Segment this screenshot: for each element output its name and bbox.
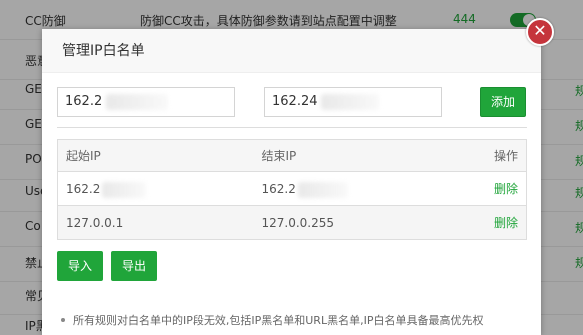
table-header-row: 起始IP 结束IP 操作 xyxy=(57,139,527,172)
divider xyxy=(57,127,527,128)
export-button[interactable]: 导出 xyxy=(111,251,157,281)
end-ip-value: 162.24 xyxy=(272,94,318,109)
redaction-blur xyxy=(106,94,168,110)
redaction-blur xyxy=(102,181,146,198)
redaction-blur xyxy=(297,181,348,198)
start-ip-input[interactable]: 162.2 xyxy=(57,87,235,117)
table-row: 127.0.0.1 127.0.0.255 删除 xyxy=(57,205,527,240)
start-ip-text: 162.2 xyxy=(66,181,146,198)
add-button[interactable]: 添加 xyxy=(480,87,526,117)
redaction-blur xyxy=(321,94,379,110)
end-ip-value: 162.2 xyxy=(261,181,296,196)
dialog-title: 管理IP白名单 xyxy=(62,43,145,59)
bullet-icon xyxy=(61,318,65,322)
import-button[interactable]: 导入 xyxy=(57,251,103,281)
action-cell: 删除 xyxy=(453,205,527,240)
action-cell: 删除 xyxy=(453,171,527,206)
start-ip-cell: 127.0.0.1 xyxy=(57,205,254,240)
note-text-row: 所有规则对白名单中的IP段无效,包括IP黑名单和URL黑名单,IP白名单具备最高… xyxy=(57,312,483,328)
note-text: 所有规则对白名单中的IP段无效,包括IP黑名单和URL黑名单,IP白名单具备最高… xyxy=(73,314,484,327)
delete-link[interactable]: 删除 xyxy=(494,216,518,230)
start-ip-cell: 162.2 xyxy=(57,171,254,206)
ip-whitelist-dialog: 管理IP白名单 162.2 162.24 添加 起始IP 结束IP 操作 162… xyxy=(42,29,541,335)
close-icon[interactable]: ✕ xyxy=(526,18,554,46)
header-start-ip: 起始IP xyxy=(57,139,254,172)
end-ip-cell: 127.0.0.255 xyxy=(253,205,454,240)
table-row: 162.2 162.2 删除 xyxy=(57,171,527,206)
dialog-header: 管理IP白名单 xyxy=(42,29,541,73)
end-ip-text: 162.2 xyxy=(261,181,348,198)
start-ip-value: 162.2 xyxy=(66,181,101,196)
start-ip-value: 162.2 xyxy=(65,94,103,109)
delete-link[interactable]: 删除 xyxy=(494,182,518,196)
header-action: 操作 xyxy=(453,139,527,172)
end-ip-input[interactable]: 162.24 xyxy=(264,87,442,117)
header-end-ip: 结束IP xyxy=(253,139,454,172)
end-ip-cell: 162.2 xyxy=(253,171,454,206)
whitelist-table: 起始IP 结束IP 操作 162.2 162.2 删除 127.0.0.1 12… xyxy=(57,139,527,240)
